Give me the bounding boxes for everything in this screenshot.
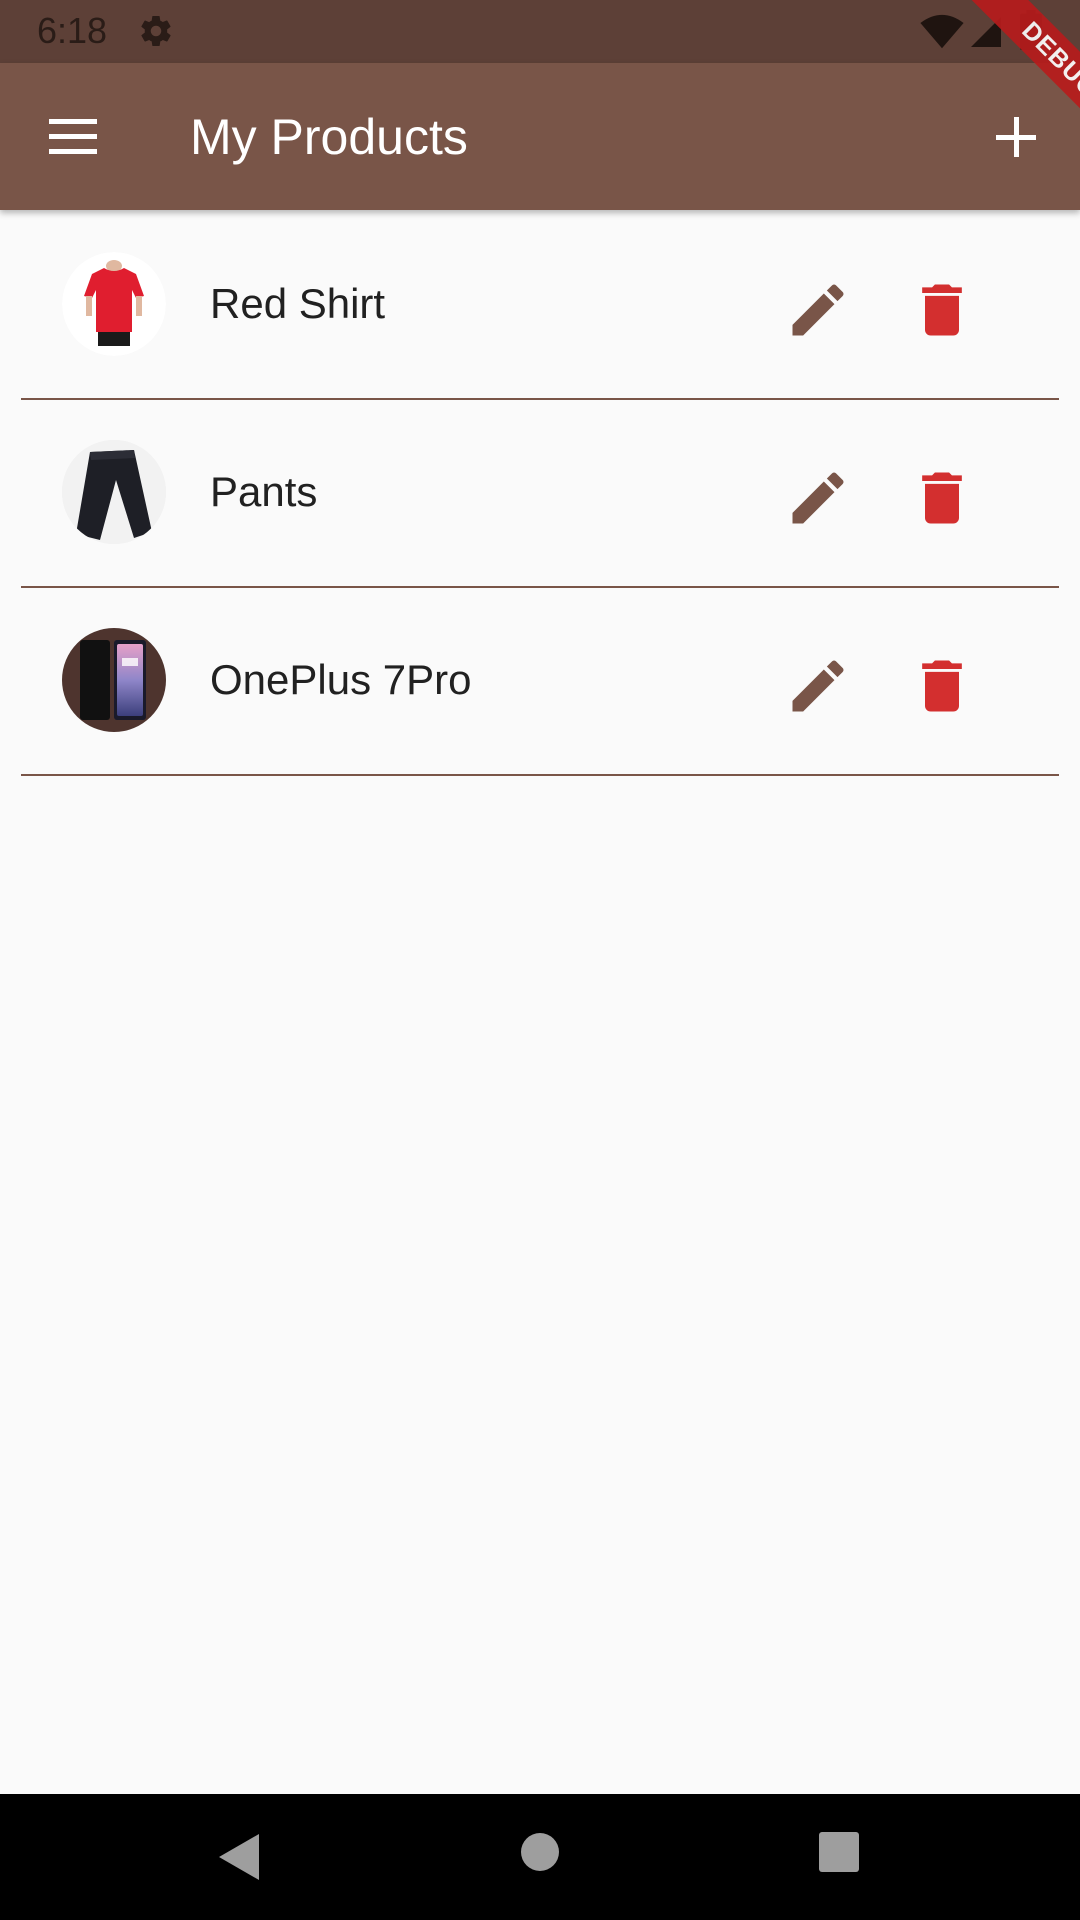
gear-icon xyxy=(141,16,171,47)
trash-icon xyxy=(922,472,962,524)
list-item[interactable]: OnePlus 7Pro xyxy=(0,586,1080,776)
page-title: My Products xyxy=(190,109,468,165)
status-time: 6:18 xyxy=(37,10,108,51)
edit-button[interactable] xyxy=(784,464,852,532)
pencil-icon xyxy=(792,660,844,712)
plus-icon xyxy=(996,117,1036,157)
menu-button[interactable] xyxy=(36,103,110,169)
menu-icon xyxy=(49,119,97,154)
home-icon[interactable] xyxy=(519,1831,561,1873)
recents-icon[interactable] xyxy=(817,1830,861,1874)
red-shirt-image xyxy=(62,252,166,356)
oneplus-phone-image xyxy=(62,628,166,732)
pencil-icon xyxy=(792,472,844,524)
edit-button[interactable] xyxy=(784,652,852,720)
battery-icon xyxy=(1020,10,1042,50)
product-list: Red Shirt Pants OnePlus 7Pro xyxy=(0,210,1080,776)
pants-image xyxy=(62,440,166,544)
delete-button[interactable] xyxy=(908,276,976,344)
product-name: Pants xyxy=(210,468,318,515)
edit-button[interactable] xyxy=(784,276,852,344)
wifi-icon xyxy=(920,14,964,49)
trash-icon xyxy=(922,284,962,336)
back-icon[interactable] xyxy=(215,1832,261,1882)
product-thumbnail xyxy=(62,252,166,356)
trash-icon xyxy=(922,660,962,712)
pencil-icon xyxy=(792,284,844,336)
add-product-button[interactable] xyxy=(980,103,1054,173)
product-thumbnail xyxy=(62,440,166,544)
delete-button[interactable] xyxy=(908,464,976,532)
delete-button[interactable] xyxy=(908,652,976,720)
product-thumbnail xyxy=(62,628,166,732)
app-bar: My Products xyxy=(0,63,1080,210)
product-name: OnePlus 7Pro xyxy=(210,656,472,703)
list-item[interactable]: Pants xyxy=(0,398,1080,588)
list-item[interactable]: Red Shirt xyxy=(0,210,1080,400)
product-name: Red Shirt xyxy=(210,280,386,327)
system-nav-bar xyxy=(0,1794,1080,1920)
signal-icon xyxy=(971,17,1001,47)
status-bar: 6:18 xyxy=(0,0,1080,63)
divider xyxy=(21,774,1059,776)
